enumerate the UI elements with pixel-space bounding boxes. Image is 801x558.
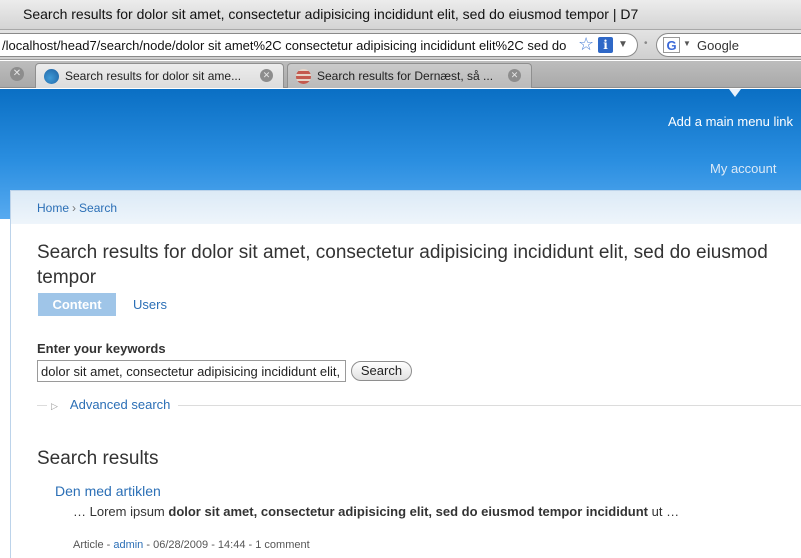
engine-dropdown-icon[interactable]: ▼	[683, 39, 691, 48]
site-favicon-icon	[296, 69, 311, 84]
my-account-link[interactable]: My account	[710, 161, 776, 176]
page-title: Search results for dolor sit amet, conse…	[37, 242, 768, 288]
tab-close-icon[interactable]: ✕	[260, 69, 273, 82]
url-dropdown-icon[interactable]: ▼	[618, 39, 628, 50]
result-comments: 1 comment	[255, 539, 310, 551]
drupal-favicon-icon	[44, 69, 59, 84]
search-engine-placeholder[interactable]: Google	[697, 38, 739, 53]
advanced-search-toggle[interactable]: ▷ Advanced search	[47, 396, 179, 414]
navigation-bar: /localhost/head7/search/node/dolor sit a…	[0, 30, 801, 60]
result-title-link[interactable]: Den med artiklen	[55, 483, 161, 499]
info-separator: -	[143, 539, 154, 551]
search-button[interactable]: Search	[351, 361, 412, 381]
url-text[interactable]: /localhost/head7/search/node/dolor sit a…	[2, 38, 576, 53]
result-author-link[interactable]: admin	[113, 539, 143, 551]
content-panel: Home › Search Search results for dolor sit…	[10, 190, 801, 558]
menu-pointer-icon	[729, 89, 741, 97]
browser-tab-inactive[interactable]: Search results for Dernæst, så ... ✕	[287, 63, 532, 88]
tab-close-icon[interactable]: ✕	[508, 69, 521, 82]
result-date: 06/28/2009 - 14:44	[153, 539, 246, 551]
tab-users[interactable]: Users	[133, 297, 167, 312]
browser-tab-active[interactable]: Search results for dolor sit ame... ✕	[35, 63, 284, 88]
add-main-menu-link[interactable]: Add a main menu link	[668, 114, 793, 129]
info-separator: -	[103, 539, 114, 551]
snippet-suffix: ut …	[648, 504, 680, 519]
keywords-input[interactable]	[37, 360, 346, 382]
tab-label: Search results for dolor sit ame...	[65, 69, 242, 83]
breadcrumb-separator: ›	[72, 201, 77, 215]
close-tab-icon[interactable]: ✕	[10, 67, 24, 81]
info-separator: -	[245, 539, 256, 551]
breadcrumb-home-link[interactable]: Home	[37, 201, 69, 215]
window-title: Search results for dolor sit amet, conse…	[0, 0, 801, 30]
tab-label: Search results for Dernæst, så ...	[317, 69, 494, 83]
search-results-heading: Search results	[37, 448, 159, 469]
expand-triangle-icon[interactable]: ▷	[51, 401, 58, 411]
breadcrumb-search-link[interactable]: Search	[79, 201, 117, 215]
site-info-icon[interactable]: i	[598, 37, 613, 53]
breadcrumb-bar: Home › Search	[11, 191, 801, 224]
result-info: Article - admin - 06/28/2009 - 14:44 - 1…	[73, 539, 310, 551]
bookmark-star-icon[interactable]: ☆	[578, 34, 594, 55]
tab-bar: ✕ Search results for dolor sit ame... ✕ …	[0, 61, 801, 88]
snippet-highlight: dolor sit amet, consectetur adipisicing …	[168, 504, 648, 519]
search-engine-box[interactable]: G ▼ Google	[656, 33, 801, 57]
keywords-label: Enter your keywords	[37, 341, 166, 356]
advanced-search-link[interactable]: Advanced search	[70, 397, 170, 412]
result-type: Article	[73, 539, 104, 551]
toolbar-separator-icon: •	[644, 38, 648, 49]
google-icon[interactable]: G	[663, 37, 680, 53]
snippet-prefix: … Lorem ipsum	[73, 504, 169, 519]
tab-content[interactable]: Content	[38, 293, 116, 316]
result-snippet: … Lorem ipsum dolor sit amet, consectetu…	[73, 504, 679, 519]
address-bar[interactable]: /localhost/head7/search/node/dolor sit a…	[0, 33, 638, 57]
breadcrumb: Home › Search	[37, 201, 117, 215]
